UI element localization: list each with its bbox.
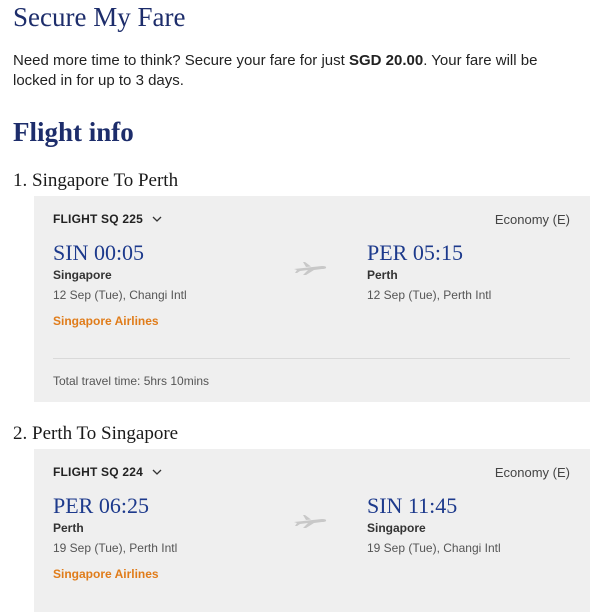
arrival-city: Perth — [367, 268, 398, 282]
cabin-class: Economy (E) — [494, 465, 570, 480]
cabin-class: Economy (E) — [494, 212, 570, 227]
departure-city: Singapore — [53, 268, 112, 282]
flight-number: FLIGHT SQ 224 — [53, 465, 143, 479]
arrival-code-time: PER 05:15 — [367, 240, 463, 265]
chevron-down-icon — [152, 469, 162, 475]
departure-info: SIN 00:05 Singapore 12 Sep (Tue), Changi… — [53, 240, 187, 302]
airline-name: Singapore Airlines — [53, 567, 159, 581]
airplane-icon — [294, 515, 327, 528]
arrival-info: SIN 11:45 Singapore 19 Sep (Tue), Changi… — [367, 493, 501, 555]
secure-fare-description: Need more time to think? Secure your far… — [13, 52, 538, 89]
airline-name: Singapore Airlines — [53, 314, 159, 328]
departure-code-time: PER 06:25 — [53, 493, 149, 518]
arrival-info: PER 05:15 Perth 12 Sep (Tue), Perth Intl — [367, 240, 491, 302]
flight-card: FLIGHT SQ 224 Economy (E) PER 06:25 Pert… — [34, 449, 590, 612]
divider — [53, 358, 570, 359]
route-heading: 2. Perth To Singapore — [13, 423, 179, 444]
total-travel-time: Total travel time: 5hrs 10mins — [53, 374, 210, 388]
departure-detail: 19 Sep (Tue), Perth Intl — [53, 541, 178, 555]
departure-info: PER 06:25 Perth 19 Sep (Tue), Perth Intl — [53, 493, 177, 555]
arrival-detail: 12 Sep (Tue), Perth Intl — [367, 288, 492, 302]
flight-card: FLIGHT SQ 225 Economy (E) SIN 00:05 Sing… — [34, 196, 590, 402]
secure-fare-price: SGD 20.00 — [348, 52, 424, 69]
flight-number-toggle[interactable]: FLIGHT SQ 225 — [53, 212, 163, 226]
flight-number: FLIGHT SQ 225 — [53, 212, 143, 226]
page-title: Secure My Fare — [13, 2, 186, 32]
flight-info-title: Flight info — [13, 117, 134, 147]
arrival-code-time: SIN 11:45 — [367, 493, 458, 518]
departure-code-time: SIN 00:05 — [53, 240, 145, 265]
arrival-city: Singapore — [367, 521, 426, 535]
chevron-down-icon — [152, 216, 162, 222]
departure-detail: 12 Sep (Tue), Changi Intl — [53, 288, 187, 302]
flight-number-toggle[interactable]: FLIGHT SQ 224 — [53, 465, 163, 479]
departure-city: Perth — [53, 521, 84, 535]
airplane-icon — [294, 262, 327, 275]
arrival-detail: 19 Sep (Tue), Changi Intl — [367, 541, 501, 555]
route-heading: 1. Singapore To Perth — [13, 170, 179, 191]
